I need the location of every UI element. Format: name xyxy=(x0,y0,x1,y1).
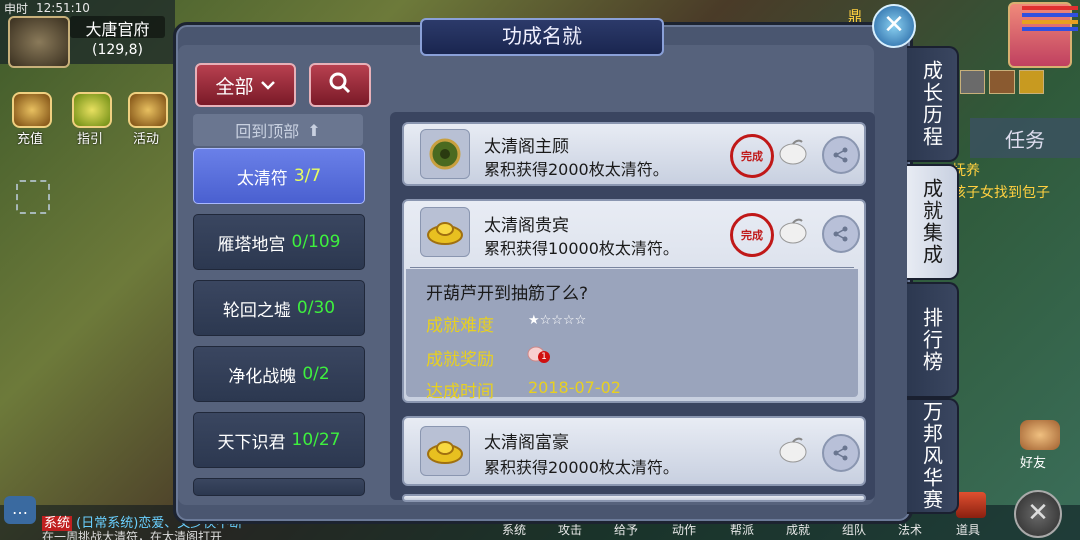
achievement-desc: 累积获得10000枚太清符。 xyxy=(484,239,679,258)
status-bars xyxy=(1022,6,1078,34)
category-name: 天下识君 xyxy=(217,432,286,453)
category-name: 轮回之墟 xyxy=(222,300,291,321)
guide-button[interactable]: 指引 xyxy=(72,92,115,147)
category-count: 0/109 xyxy=(291,232,341,252)
activity-label: 活动 xyxy=(132,132,159,147)
collapse-menu-icon[interactable]: ✕ xyxy=(1014,490,1062,538)
back-to-top-label: 回到顶部 xyxy=(235,122,300,141)
task-tab[interactable]: 任务 xyxy=(970,118,1080,158)
question-icon xyxy=(72,92,112,128)
achievement-card-expanded[interactable]: 太清阁贵宾 累积获得10000枚太清符。 完成 开葫芦开到抽筋了么? 成就难度 … xyxy=(402,199,866,403)
category-name: 净化战魄 xyxy=(228,366,297,387)
clock-label: 12:51:10 xyxy=(36,1,90,15)
achievement-desc: 累积获得20000枚太清符。 xyxy=(484,458,679,477)
category-count: 3/7 xyxy=(293,166,322,186)
achievement-card[interactable] xyxy=(402,494,866,502)
share-icon[interactable] xyxy=(822,434,860,472)
category-item[interactable]: 雁塔地宫 0/109 xyxy=(193,214,365,270)
gold-ingot-icon xyxy=(420,207,470,257)
menu-item[interactable]: 道具 xyxy=(956,521,980,538)
category-item[interactable]: 太清符 3/7 xyxy=(193,148,365,204)
reward-label: 成就奖励 xyxy=(426,350,494,370)
map-name: 大唐官府 xyxy=(70,16,165,39)
buff-icon xyxy=(960,70,986,94)
completed-seal-icon: 完成 xyxy=(730,213,774,257)
time-label: 达成时间 xyxy=(426,382,494,402)
chevron-down-icon xyxy=(260,74,276,96)
time-value: 2018-07-02 xyxy=(528,378,621,397)
category-name: 雁塔地宫 xyxy=(217,234,286,255)
difficulty-stars: ★☆☆☆☆ xyxy=(528,313,587,328)
tab-wanbang[interactable]: 万邦风华赛 xyxy=(907,398,959,514)
search-icon xyxy=(328,71,352,99)
buff-icon xyxy=(989,70,1015,94)
category-item[interactable]: 轮回之墟 0/30 xyxy=(193,280,365,336)
recharge-label: 充值 xyxy=(16,132,43,147)
divider xyxy=(410,267,854,268)
task-line2[interactable]: 孩子女找到包子 xyxy=(952,182,1050,202)
share-icon[interactable] xyxy=(822,136,860,174)
time-bar: 申时 12:51:10 xyxy=(4,0,174,16)
shichen-label: 申时 xyxy=(4,1,29,16)
filter-label: 全部 xyxy=(215,75,254,98)
category-count: 10/27 xyxy=(291,430,341,450)
category-item[interactable] xyxy=(193,478,365,496)
friend-label: 好友 xyxy=(1020,456,1047,471)
detail-question: 开葫芦开到抽筋了么? xyxy=(426,284,589,304)
category-name: 太清符 xyxy=(236,168,288,189)
chat-icon[interactable]: … xyxy=(4,496,36,524)
tab-ranking[interactable]: 排行榜 xyxy=(907,282,959,398)
achievement-name: 太清阁富豪 xyxy=(484,433,569,453)
category-item[interactable]: 天下识君 10/27 xyxy=(193,412,365,468)
tab-achievements[interactable]: 成就集成 xyxy=(907,164,959,280)
minimap-icon[interactable] xyxy=(8,16,70,68)
achievement-card[interactable]: 太清阁富豪 累积获得20000枚太清符。 xyxy=(402,416,866,486)
difficulty-label: 成就难度 xyxy=(426,316,494,336)
achievement-card[interactable]: 太清阁主顾 累积获得2000枚太清符。 完成 xyxy=(402,122,866,186)
achievement-name: 太清阁贵宾 xyxy=(484,216,569,236)
arrow-up-icon: ⬆ xyxy=(307,120,321,140)
hud-buttons: 充值 指引 活动 xyxy=(0,82,175,147)
friend-icon[interactable] xyxy=(1020,420,1060,450)
chat-line2: 在一周挑战大清符，在太清阁打开 xyxy=(42,530,223,540)
recharge-button[interactable]: 充值 xyxy=(12,92,55,147)
category-count: 0/2 xyxy=(302,364,330,384)
share-icon[interactable] xyxy=(822,215,860,253)
reward-count-badge: 1 xyxy=(538,351,550,363)
category-item[interactable]: 净化战魄 0/2 xyxy=(193,346,365,402)
expand-icon[interactable] xyxy=(16,180,50,214)
achievement-name: 太清阁主顾 xyxy=(484,137,569,157)
achievement-desc: 累积获得2000枚太清符。 xyxy=(484,160,669,179)
buff-icons xyxy=(960,70,1044,94)
guide-label: 指引 xyxy=(76,132,103,147)
jade-icon xyxy=(420,129,470,179)
category-count: 0/30 xyxy=(296,298,336,318)
reward-peach-icon[interactable]: 1 xyxy=(526,343,550,365)
map-coord: (129,8) xyxy=(91,42,143,58)
tab-growth[interactable]: 成长历程 xyxy=(907,46,959,162)
search-button[interactable] xyxy=(309,63,371,107)
panel-title: 功成名就 xyxy=(420,18,664,56)
back-to-top-button[interactable]: 回到顶部 ⬆ xyxy=(193,114,363,146)
buff-icon xyxy=(1018,70,1044,94)
close-button[interactable]: ✕ xyxy=(872,4,916,48)
peach-icon xyxy=(776,436,810,464)
coin-icon xyxy=(12,92,52,128)
filter-dropdown[interactable]: 全部 xyxy=(195,63,296,107)
completed-seal-icon: 完成 xyxy=(730,134,774,178)
peach-icon xyxy=(776,138,810,166)
activity-button[interactable]: 活动 xyxy=(128,92,171,147)
gold-ingot-icon xyxy=(420,426,470,476)
activity-icon xyxy=(128,92,168,128)
bag-icon[interactable] xyxy=(956,492,986,518)
peach-icon xyxy=(776,217,810,245)
